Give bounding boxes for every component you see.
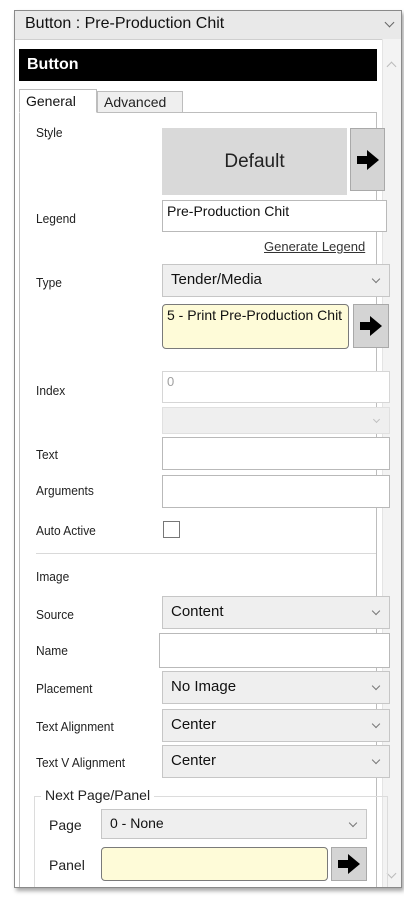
chevron-down-icon (372, 415, 381, 424)
type-action-value: 5 - Print Pre-Production Chit (167, 307, 343, 323)
style-value: Default (224, 151, 285, 172)
index-label: Index (36, 383, 66, 398)
image-section-heading: Image (36, 569, 70, 584)
chevron-down-icon (371, 606, 381, 616)
name-label: Name (36, 643, 68, 658)
source-label: Source (36, 607, 74, 622)
page-label: Page (49, 817, 82, 833)
tab-general[interactable]: General (19, 89, 97, 113)
page-value: 0 - None (110, 815, 164, 831)
legend-input[interactable]: Pre-Production Chit (162, 200, 387, 232)
type-label: Type (36, 275, 62, 290)
tab-advanced[interactable]: Advanced (97, 91, 183, 113)
placement-label: Placement (36, 681, 93, 696)
style-next-button[interactable] (350, 128, 385, 191)
text-alignment-select[interactable]: Center (162, 709, 390, 742)
index-value: 0 (167, 374, 175, 389)
text-v-alignment-value: Center (171, 752, 217, 769)
index-input: 0 (162, 371, 390, 403)
legend-value: Pre-Production Chit (167, 203, 290, 219)
index-subselect (162, 407, 390, 434)
type-select[interactable]: Tender/Media (162, 264, 390, 297)
object-selector[interactable]: Button : Pre-Production Chit (15, 11, 401, 40)
type-action-field[interactable]: 5 - Print Pre-Production Chit (162, 304, 349, 349)
auto-active-label: Auto Active (36, 523, 96, 538)
chevron-down-icon (348, 818, 358, 828)
arguments-input[interactable] (162, 475, 390, 508)
object-selector-label: Button : Pre-Production Chit (25, 15, 225, 32)
next-page-panel-group: Next Page/Panel Page 0 - None Panel (34, 787, 388, 887)
style-preview-tile[interactable]: Default (162, 128, 347, 195)
source-value: Content (171, 603, 224, 620)
style-label: Style (36, 125, 63, 140)
chevron-down-icon (371, 274, 381, 284)
chevron-down-icon[interactable] (384, 17, 395, 28)
right-arrow-icon (338, 854, 360, 874)
placement-select[interactable]: No Image (162, 671, 390, 704)
general-tab-content: Style Default Legend Pre-Production Chit… (19, 112, 390, 887)
panel-heading: Button (19, 49, 377, 81)
placement-value: No Image (171, 678, 237, 695)
scroll-up-arrow-icon[interactable] (386, 61, 397, 72)
chevron-down-icon (371, 681, 381, 691)
type-value: Tender/Media (171, 271, 262, 288)
chevron-down-icon (371, 719, 381, 729)
arguments-label: Arguments (36, 483, 94, 498)
panel-label: Panel (49, 857, 85, 873)
panel-next-button[interactable] (331, 847, 367, 881)
text-alignment-label: Text Alignment (36, 719, 114, 734)
legend-label: Legend (36, 211, 76, 226)
panel-input[interactable] (101, 847, 328, 881)
text-input[interactable] (162, 437, 390, 470)
section-divider (36, 553, 376, 554)
text-label: Text (36, 447, 58, 462)
right-arrow-icon (356, 149, 379, 170)
next-page-panel-heading: Next Page/Panel (41, 787, 155, 803)
text-v-alignment-label: Text V Alignment (36, 755, 126, 770)
page-select[interactable]: 0 - None (101, 809, 367, 839)
text-alignment-value: Center (171, 716, 217, 733)
text-v-alignment-select[interactable]: Center (162, 745, 390, 778)
source-select[interactable]: Content (162, 596, 390, 629)
generate-legend-link[interactable]: Generate Legend (264, 239, 365, 254)
chevron-down-icon (371, 755, 381, 765)
name-input[interactable] (159, 633, 390, 668)
auto-active-checkbox[interactable] (163, 521, 180, 538)
scroll-down-arrow-icon[interactable] (386, 868, 397, 879)
type-action-next-button[interactable] (353, 304, 389, 348)
button-properties-window: Button : Pre-Production Chit Button Gene… (14, 10, 402, 888)
right-arrow-icon (360, 316, 382, 336)
